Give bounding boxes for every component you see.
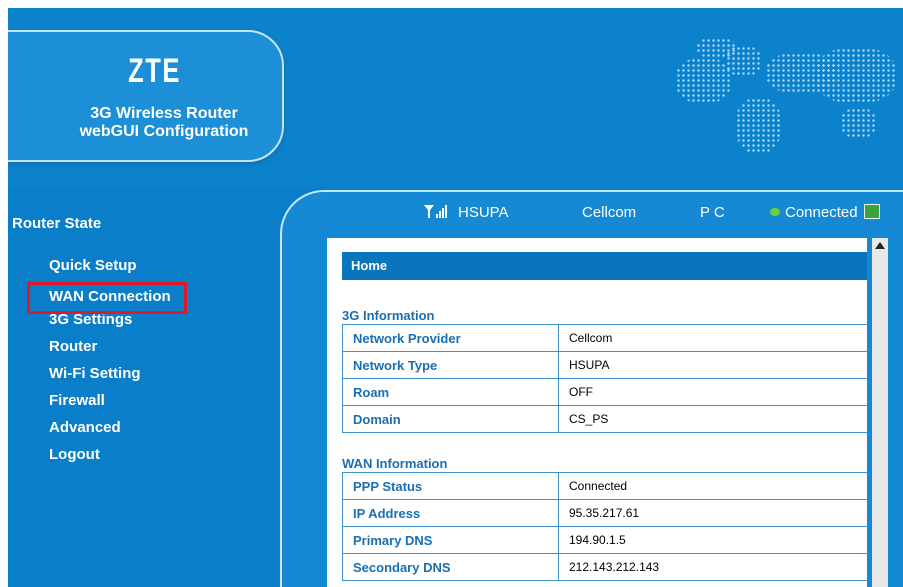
subtitle-line1: 3G Wireless Router	[90, 105, 238, 122]
sidebar-item-logout[interactable]: Logout	[49, 446, 183, 473]
connection-status-text: Connected	[785, 204, 858, 221]
vertical-scrollbar[interactable]	[872, 238, 888, 587]
page-title: Home	[342, 252, 867, 280]
row-label: IP Address	[342, 499, 559, 527]
map-icon[interactable]	[863, 204, 880, 219]
row-label: Network Type	[342, 351, 559, 379]
connection-status: Connected	[770, 204, 880, 221]
router-webgui: ZTE 3G Wireless Router webGUI Configurat…	[8, 8, 903, 587]
row-label: Domain	[342, 405, 559, 433]
header: ZTE 3G Wireless Router webGUI Configurat…	[8, 8, 903, 188]
product-subtitle: 3G Wireless Router webGUI Configuration	[44, 105, 284, 141]
sidebar-item-router[interactable]: Router	[49, 338, 183, 365]
row-value: HSUPA	[558, 351, 867, 379]
sidebar-item-wifi-setting[interactable]: Wi-Fi Setting	[49, 365, 183, 392]
table-wan-information: PPP Status Connected IP Address 95.35.217.…	[342, 472, 867, 581]
table-row: Domain CS_PS	[342, 405, 867, 433]
row-label: Secondary DNS	[342, 553, 559, 581]
table-row: Network Type HSUPA	[342, 351, 867, 379]
sidebar-item-wan-connection[interactable]: WAN Connection	[27, 282, 187, 314]
row-value: CS_PS	[558, 405, 867, 433]
connected-dot-icon	[770, 208, 780, 216]
row-value: OFF	[558, 378, 867, 406]
table-row: PPP Status Connected	[342, 472, 867, 500]
network-mode-status: HSUPA	[424, 204, 509, 221]
table-row: Roam OFF	[342, 378, 867, 406]
sidebar-item-quick-setup[interactable]: Quick Setup	[49, 257, 183, 284]
main-content: Home 3G Information Network Provider Cell…	[327, 238, 867, 587]
zte-logo: ZTE	[128, 52, 181, 90]
status-bar: HSUPA Cellcom P C Connected	[282, 204, 903, 224]
row-value: 194.90.1.5	[558, 526, 867, 554]
world-map-icon	[666, 38, 898, 158]
row-value: Cellcom	[558, 324, 867, 352]
sidebar-item-advanced[interactable]: Advanced	[49, 419, 183, 446]
section-title-wan-information: WAN Information	[342, 456, 448, 471]
sidebar-nav: Quick Setup WAN Connection 3G Settings R…	[27, 257, 187, 473]
content-panel: HSUPA Cellcom P C Connected Home 3G Info…	[280, 190, 903, 587]
table-row: Secondary DNS 212.143.212.143	[342, 553, 867, 581]
table-row: IP Address 95.35.217.61	[342, 499, 867, 527]
row-label: PPP Status	[342, 472, 559, 500]
sidebar-item-3g-settings[interactable]: 3G Settings	[49, 311, 183, 338]
table-row: Network Provider Cellcom	[342, 324, 867, 352]
pc-status: P C	[700, 204, 725, 221]
logo-panel	[8, 30, 284, 162]
row-value: 95.35.217.61	[558, 499, 867, 527]
table-row: Primary DNS 194.90.1.5	[342, 526, 867, 554]
network-mode-text: HSUPA	[458, 204, 509, 221]
subtitle-line2: webGUI Configuration	[79, 123, 249, 140]
row-label: Network Provider	[342, 324, 559, 352]
row-label: Primary DNS	[342, 526, 559, 554]
section-title-3g-information: 3G Information	[342, 308, 435, 323]
row-label: Roam	[342, 378, 559, 406]
signal-strength-icon	[424, 205, 447, 218]
sidebar-title: Router State	[12, 215, 102, 232]
row-value: Connected	[558, 472, 867, 500]
provider-status: Cellcom	[582, 204, 637, 221]
table-3g-information: Network Provider Cellcom Network Type HSUP…	[342, 324, 867, 433]
row-value: 212.143.212.143	[558, 553, 867, 581]
sidebar-item-firewall[interactable]: Firewall	[49, 392, 183, 419]
